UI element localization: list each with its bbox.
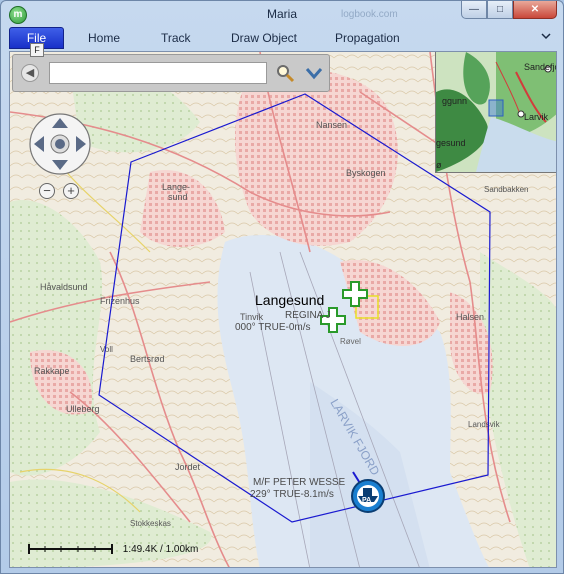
rakkape-label: Rakkape bbox=[34, 366, 70, 376]
zoom-out-icon[interactable]: − bbox=[39, 183, 55, 199]
back-arrow-icon[interactable]: ◀ bbox=[21, 64, 39, 82]
scale-bar: 1:49.4K / 1.00km bbox=[28, 543, 198, 555]
voll-label: Voll bbox=[100, 345, 113, 354]
pan-pad-icon[interactable] bbox=[28, 112, 92, 176]
minimize-button[interactable]: — bbox=[461, 1, 487, 19]
ribbon-tabs: File Home Track Draw Object Propagation bbox=[1, 27, 563, 51]
stokkeskas-label: Stokkeskas bbox=[130, 519, 171, 528]
tab-home[interactable]: Home bbox=[88, 31, 120, 45]
ulleberg-label: Ulleberg bbox=[66, 404, 100, 414]
ribbon-collapse-chevron-down-icon[interactable] bbox=[541, 32, 551, 43]
close-button[interactable]: ✕ bbox=[513, 1, 557, 19]
app-window: m Maria logbook.com — □ ✕ File Home Trac… bbox=[0, 0, 564, 574]
scale-text: 1:49.4K / 1.00km bbox=[122, 543, 199, 555]
map-view[interactable]: LARVIK FJORD Nansen Byskogen Lange- sund… bbox=[9, 51, 557, 568]
regina-vessel-name[interactable]: REGINA J bbox=[285, 310, 331, 321]
frizenhus-label: Frizenhus bbox=[100, 296, 140, 306]
search-input[interactable] bbox=[49, 62, 267, 84]
landsvik-label: Landsvik bbox=[468, 420, 501, 429]
svg-text:gesund: gesund bbox=[436, 138, 466, 148]
overview-map[interactable]: Sandefjord Larvik gesund ggunn ø bbox=[435, 52, 557, 173]
svg-text:ggunn: ggunn bbox=[442, 96, 467, 106]
tinvik-label: Tinvik bbox=[240, 312, 264, 322]
background-window-label: logbook.com bbox=[341, 9, 398, 20]
magnifier-icon[interactable] bbox=[274, 62, 296, 84]
urban-area-north bbox=[235, 68, 398, 246]
langesund-small-label-2: sund bbox=[168, 192, 188, 202]
svg-text:PA: PA bbox=[362, 497, 371, 504]
svg-text:ø: ø bbox=[436, 160, 442, 170]
file-keytip: F bbox=[30, 43, 44, 57]
sandbakken-label: Sandbakken bbox=[484, 185, 528, 194]
title-bar: m Maria logbook.com — □ ✕ bbox=[1, 1, 563, 27]
langesund-small-label: Lange- bbox=[162, 182, 190, 192]
rovel-label: Røvel bbox=[340, 337, 361, 346]
byskogen-label: Byskogen bbox=[346, 168, 386, 178]
havaldsund-label: Håvaldsund bbox=[40, 282, 88, 292]
svg-text:Larvik: Larvik bbox=[524, 112, 549, 122]
overview-viewport-box bbox=[488, 99, 504, 117]
tab-track[interactable]: Track bbox=[161, 31, 191, 45]
chevron-down-icon[interactable] bbox=[303, 62, 325, 84]
scale-ruler bbox=[28, 544, 113, 554]
zoom-in-icon[interactable]: + bbox=[63, 183, 79, 199]
regina-vessel-course: 000° TRUE-0m/s bbox=[235, 322, 311, 333]
maximize-button[interactable]: □ bbox=[487, 1, 513, 19]
halsen-label: Halsen bbox=[456, 312, 484, 322]
jordet-label: Jordet bbox=[175, 462, 201, 472]
peter-vessel-course: 229° TRUE-8.1m/s bbox=[250, 489, 334, 500]
langesund-place-label: Langesund bbox=[255, 292, 325, 308]
svg-text:Sandefjord: Sandefjord bbox=[524, 62, 557, 72]
tab-propagation[interactable]: Propagation bbox=[335, 31, 400, 45]
nansen-label: Nansen bbox=[316, 120, 347, 130]
window-controls: — □ ✕ bbox=[461, 1, 557, 21]
tab-draw-object[interactable]: Draw Object bbox=[231, 31, 297, 45]
map-search-bar: ◀ bbox=[12, 54, 330, 92]
overview-canvas[interactable]: Sandefjord Larvik gesund ggunn ø bbox=[436, 52, 557, 172]
peter-vessel-name[interactable]: M/F PETER WESSE bbox=[253, 477, 345, 488]
bertsrod-label: Bertsrød bbox=[130, 354, 165, 364]
